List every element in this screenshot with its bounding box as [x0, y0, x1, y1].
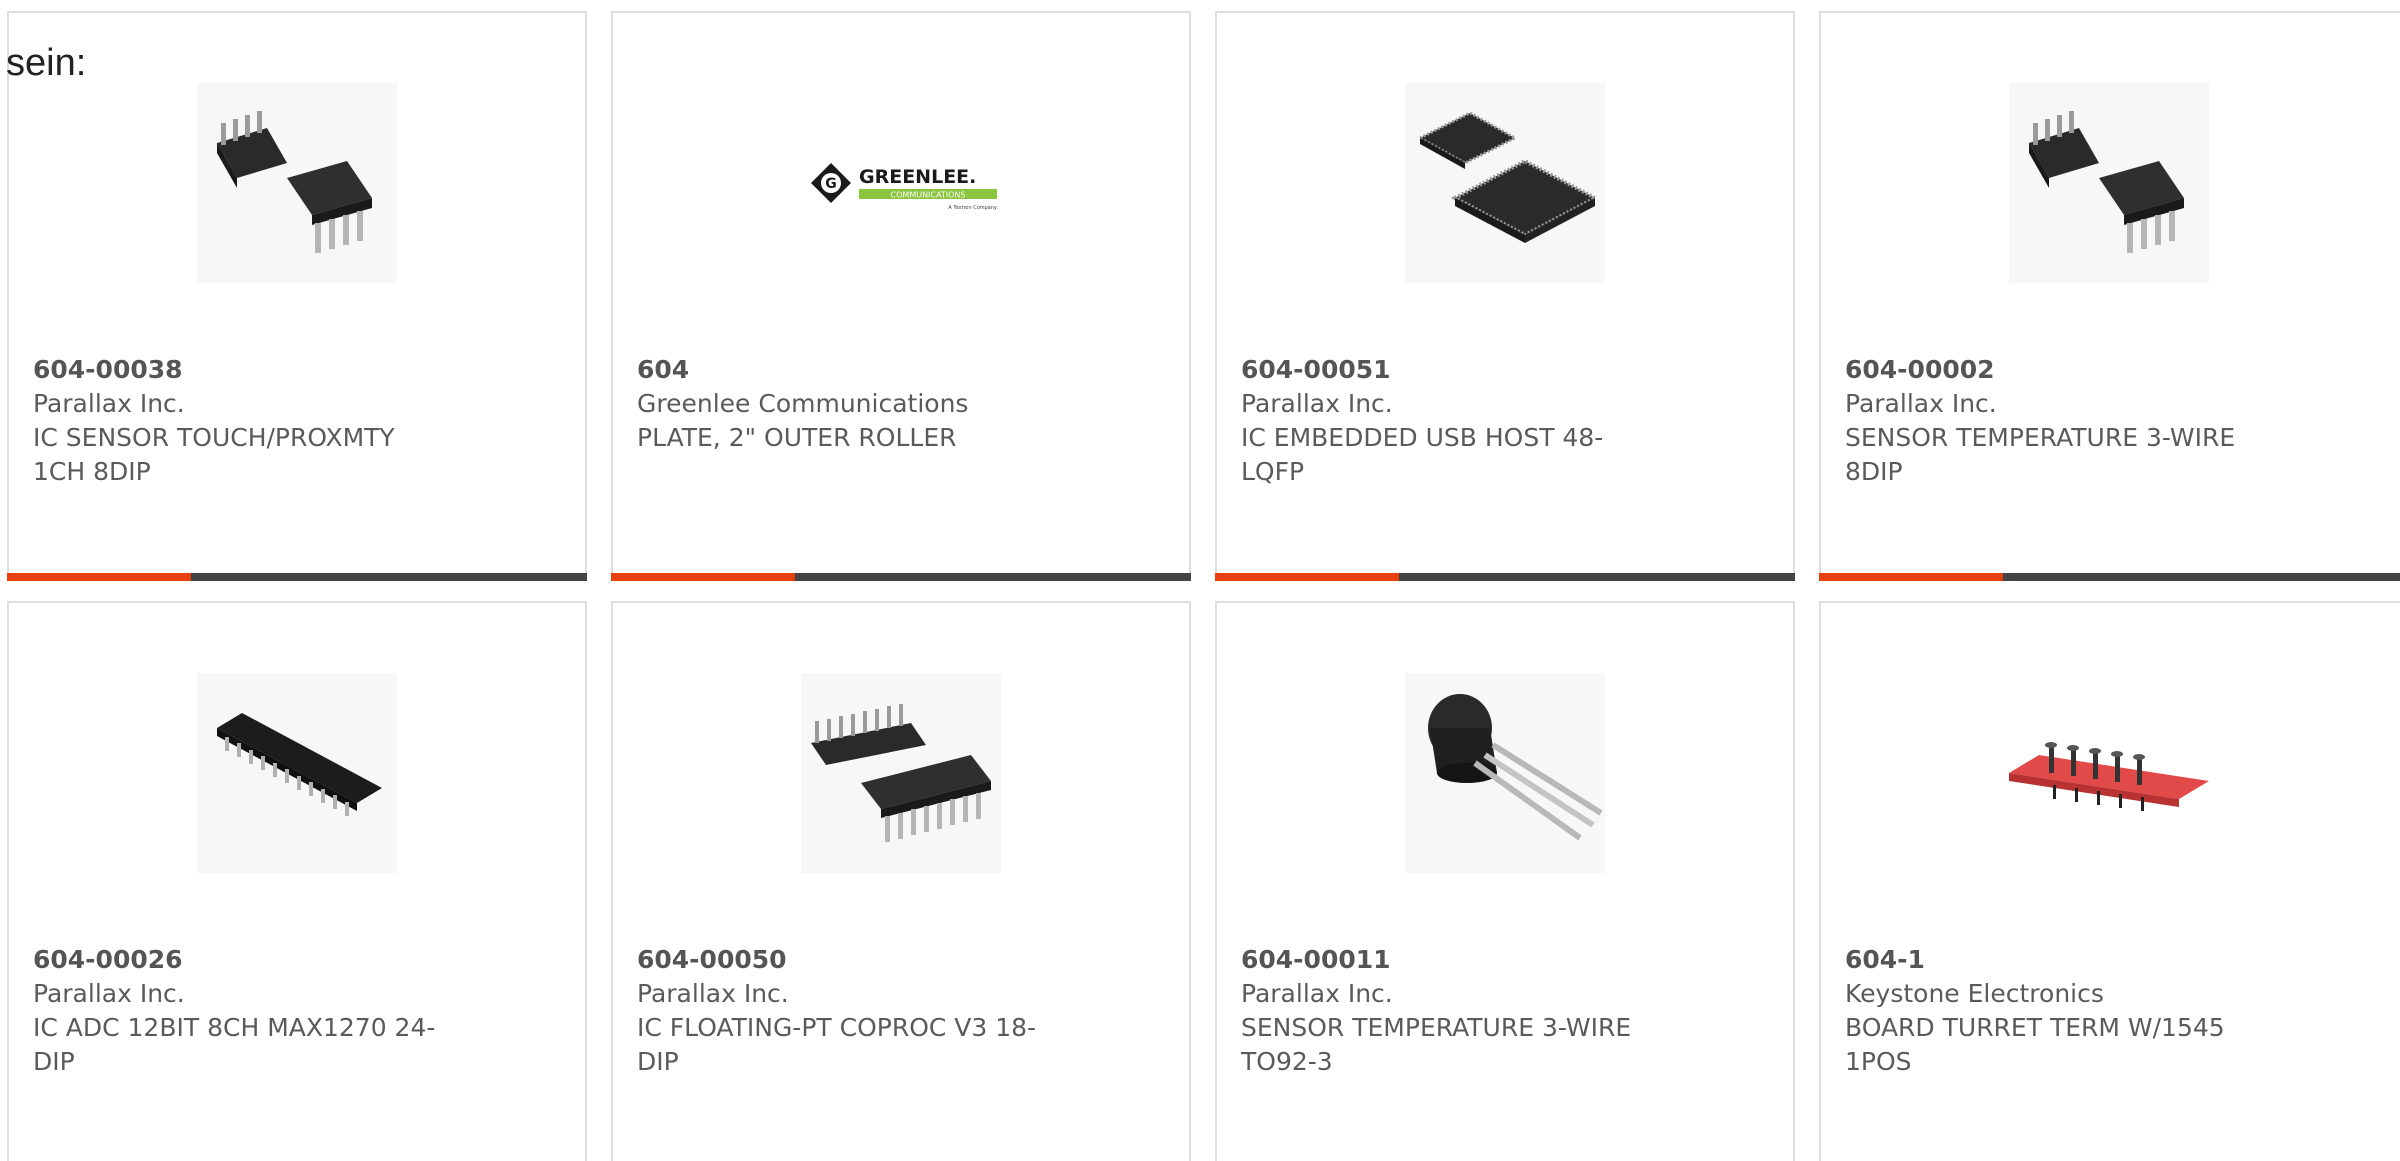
- manufacturer: Keystone Electronics: [1845, 979, 2104, 1008]
- product-card[interactable]: 604-00026 Parallax Inc. IC ADC 12BIT 8CH…: [7, 601, 587, 1161]
- product-card[interactable]: G GREENLEE. COMMUNICATIONS A Textron Com…: [611, 11, 1191, 581]
- part-number[interactable]: 604-00011: [1241, 943, 1661, 977]
- description: IC SENSOR TOUCH/PROXMTY: [33, 423, 395, 452]
- card-accent-bar: [7, 573, 587, 581]
- product-info: 604-00051 Parallax Inc. IC EMBEDDED USB …: [1241, 353, 1661, 489]
- part-number[interactable]: 604-00051: [1241, 353, 1661, 387]
- card-accent-bar: [611, 573, 1191, 581]
- manufacturer: Parallax Inc.: [637, 979, 789, 1008]
- part-number[interactable]: 604-00002: [1845, 353, 2265, 387]
- description: SENSOR TEMPERATURE 3-WIRE: [1241, 1013, 1632, 1042]
- product-card[interactable]: 604-00050 Parallax Inc. IC FLOATING-PT C…: [611, 601, 1191, 1161]
- product-info: 604-00038 Parallax Inc. IC SENSOR TOUCH/…: [33, 353, 453, 489]
- manufacturer: Parallax Inc.: [1845, 389, 1997, 418]
- card-accent-bar: [1819, 573, 2400, 581]
- lqfp-icon[interactable]: [1405, 83, 1605, 283]
- description-cont: LQFP: [1241, 457, 1305, 486]
- turret-board-icon[interactable]: [2009, 673, 2209, 873]
- lead-text: sein:: [6, 42, 87, 84]
- product-card[interactable]: 604-00051 Parallax Inc. IC EMBEDDED USB …: [1215, 11, 1795, 581]
- product-grid-page: sein: 604-00038 Parallax Inc. IC SENSOR …: [0, 0, 2400, 1161]
- card-accent-bar: [1215, 573, 1795, 581]
- to92-icon[interactable]: [1405, 673, 1605, 873]
- part-number[interactable]: 604: [637, 353, 1057, 387]
- product-info: 604-1 Keystone Electronics BOARD TURRET …: [1845, 943, 2265, 1079]
- description: BOARD TURRET TERM W/1545: [1845, 1013, 2225, 1042]
- description-cont: DIP: [637, 1047, 679, 1076]
- description-cont: DIP: [33, 1047, 75, 1076]
- product-info: 604-00011 Parallax Inc. SENSOR TEMPERATU…: [1241, 943, 1661, 1079]
- description-cont: 1POS: [1845, 1047, 1912, 1076]
- product-card[interactable]: 604-1 Keystone Electronics BOARD TURRET …: [1819, 601, 2400, 1161]
- product-info: 604-00026 Parallax Inc. IC ADC 12BIT 8CH…: [33, 943, 453, 1079]
- dip-24-icon[interactable]: [197, 673, 397, 873]
- logo-tagline: A Textron Company: [948, 205, 997, 211]
- greenlee-logo[interactable]: G GREENLEE. COMMUNICATIONS A Textron Com…: [801, 83, 1001, 283]
- svg-text:G: G: [825, 176, 837, 192]
- product-info: 604-00050 Parallax Inc. IC FLOATING-PT C…: [637, 943, 1057, 1079]
- part-number[interactable]: 604-00050: [637, 943, 1057, 977]
- logo-subtext: COMMUNICATIONS: [891, 191, 966, 200]
- description-cont: TO92-3: [1241, 1047, 1333, 1076]
- part-number[interactable]: 604-00038: [33, 353, 453, 387]
- dip-8-icon[interactable]: [197, 83, 397, 283]
- dip-8-icon[interactable]: [2009, 83, 2209, 283]
- description: IC ADC 12BIT 8CH MAX1270 24-: [33, 1013, 436, 1042]
- product-card[interactable]: 604-00011 Parallax Inc. SENSOR TEMPERATU…: [1215, 601, 1795, 1161]
- dip-18-icon[interactable]: [801, 673, 1001, 873]
- description-cont: 1CH 8DIP: [33, 457, 151, 486]
- product-info: 604 Greenlee Communications PLATE, 2" OU…: [637, 353, 1057, 455]
- logo-wordmark: GREENLEE.: [859, 166, 976, 188]
- manufacturer: Parallax Inc.: [1241, 389, 1393, 418]
- manufacturer: Greenlee Communications: [637, 389, 969, 418]
- product-info: 604-00002 Parallax Inc. SENSOR TEMPERATU…: [1845, 353, 2265, 489]
- product-card[interactable]: 604-00038 Parallax Inc. IC SENSOR TOUCH/…: [7, 11, 587, 581]
- description: SENSOR TEMPERATURE 3-WIRE: [1845, 423, 2236, 452]
- part-number[interactable]: 604-1: [1845, 943, 2265, 977]
- manufacturer: Parallax Inc.: [1241, 979, 1393, 1008]
- description-cont: 8DIP: [1845, 457, 1903, 486]
- product-card[interactable]: 604-00002 Parallax Inc. SENSOR TEMPERATU…: [1819, 11, 2400, 581]
- part-number[interactable]: 604-00026: [33, 943, 453, 977]
- manufacturer: Parallax Inc.: [33, 979, 185, 1008]
- description: IC FLOATING-PT COPROC V3 18-: [637, 1013, 1037, 1042]
- description: PLATE, 2" OUTER ROLLER: [637, 423, 957, 452]
- manufacturer: Parallax Inc.: [33, 389, 185, 418]
- description: IC EMBEDDED USB HOST 48-: [1241, 423, 1604, 452]
